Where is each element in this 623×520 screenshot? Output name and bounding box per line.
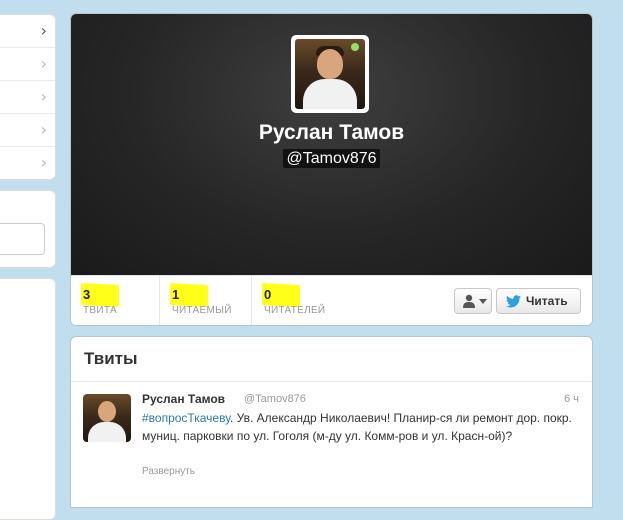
tweet-handle[interactable]: @Tamov876	[244, 393, 306, 405]
stat-following-value: 1	[172, 287, 180, 302]
tweet-text: #вопросТкачеву. Ув. Александр Николаевич…	[142, 409, 582, 445]
profile-card: Руслан Тамов @Tamov876 3 ТВИТА 1 ЧИТАЕМЫ…	[70, 13, 593, 326]
expand-tweet-link[interactable]: Развернуть	[142, 466, 195, 477]
stat-followers[interactable]: 0 ЧИТАТЕЛЕЙ	[252, 276, 352, 325]
stat-following-label: ЧИТАЕМЫЙ	[172, 305, 232, 316]
nav-item[interactable]: ›	[0, 147, 55, 179]
chevron-right-icon: ›	[40, 54, 47, 73]
left-footer-panel	[0, 278, 56, 520]
follow-button[interactable]: Читать	[496, 288, 581, 314]
tweets-card: Твиты Руслан Тамов @Tamov876 6 ч #вопрос…	[70, 336, 593, 508]
tweet-author[interactable]: Руслан Тамов	[142, 392, 225, 406]
nav-item[interactable]: ›	[0, 15, 55, 48]
profile-name: Руслан Тамов	[258, 121, 405, 144]
tweets-title: Твиты	[84, 349, 138, 368]
nav-item[interactable]: ›	[0, 81, 55, 114]
stat-followers-label: ЧИТАТЕЛЕЙ	[264, 305, 326, 316]
tweet-item[interactable]: Руслан Тамов @Tamov876 6 ч #вопросТкачев…	[71, 382, 592, 507]
nav-item[interactable]: ›	[0, 114, 55, 147]
tweet-hashtag[interactable]: #вопросТкачеву	[142, 411, 230, 425]
chevron-right-icon: ›	[40, 21, 47, 40]
left-nav-menu: › › › › ›	[0, 14, 56, 180]
profile-header: Руслан Тамов @Tamov876	[71, 14, 592, 275]
stat-tweets-label: ТВИТА	[83, 305, 117, 316]
follow-button-label: Читать	[526, 294, 568, 308]
stat-following[interactable]: 1 ЧИТАЕМЫЙ	[160, 276, 252, 325]
twitter-bird-icon	[506, 295, 521, 308]
person-icon	[463, 294, 475, 308]
stat-tweets-value: 3	[83, 287, 91, 302]
tweet-time[interactable]: 6 ч	[564, 393, 579, 405]
tweets-header: Твиты	[71, 337, 592, 382]
caret-down-icon	[479, 299, 487, 304]
nav-item[interactable]: ›	[0, 48, 55, 81]
chevron-right-icon: ›	[40, 87, 47, 106]
stat-tweets[interactable]: 3 ТВИТА	[71, 276, 160, 325]
tweet-avatar[interactable]	[83, 394, 131, 442]
profile-stats: 3 ТВИТА 1 ЧИТАЕМЫЙ 0 ЧИТАТЕЛЕЙ Читать	[71, 275, 592, 325]
chevron-right-icon: ›	[40, 153, 47, 172]
user-actions-button[interactable]	[454, 288, 492, 314]
stat-followers-value: 0	[264, 287, 272, 302]
profile-handle: @Tamov876	[71, 149, 592, 168]
chevron-right-icon: ›	[40, 120, 47, 139]
avatar-image	[295, 39, 365, 109]
profile-avatar[interactable]	[291, 35, 369, 113]
search-input[interactable]	[0, 223, 45, 255]
profile-handle-text: @Tamov876	[283, 149, 380, 168]
left-search-panel	[0, 190, 56, 268]
